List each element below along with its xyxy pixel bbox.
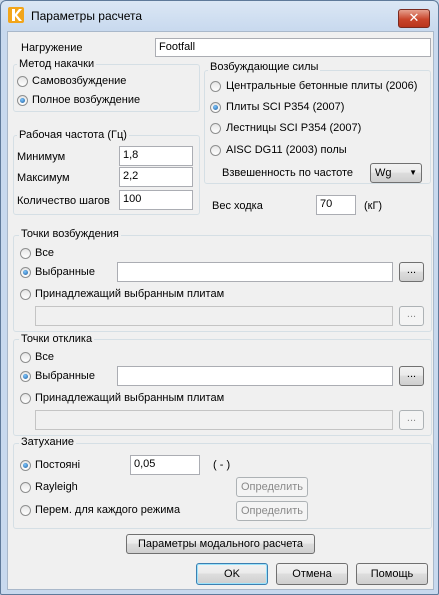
damping-constant-field[interactable]: 0,05: [130, 455, 200, 475]
damping-rayleigh-radio[interactable]: [20, 482, 31, 493]
window-title: Параметры расчета: [31, 9, 143, 23]
method-full-radio[interactable]: [17, 95, 28, 106]
method-self-radio[interactable]: [17, 76, 28, 87]
walk-weight-field[interactable]: 70: [316, 195, 356, 215]
force-sci-stairs-label[interactable]: Лестницы SCI P354 (2007): [226, 122, 361, 135]
response-selected-field[interactable]: [117, 366, 393, 386]
damping-title: Затухание: [19, 436, 77, 449]
response-points-title: Точки отклика: [19, 333, 95, 346]
damping-rayleigh-label[interactable]: Rayleigh: [35, 481, 78, 494]
title-bar[interactable]: Параметры расчета ✕: [1, 1, 438, 31]
freq-steps-field[interactable]: 100: [119, 190, 193, 210]
response-all-radio[interactable]: [20, 352, 31, 363]
response-selected-browse-button[interactable]: ...: [399, 366, 424, 386]
force-aisc-radio[interactable]: [210, 145, 221, 156]
force-sci-stairs-radio[interactable]: [210, 123, 221, 134]
response-plates-radio[interactable]: [20, 393, 31, 404]
excitation-plates-radio[interactable]: [20, 289, 31, 300]
dialog-body: Нагружение Footfall Метод накачки Самово…: [7, 31, 434, 590]
weighting-select[interactable]: Wg ▼: [370, 163, 422, 183]
modal-analysis-params-button[interactable]: Параметры модального расчета: [126, 534, 315, 554]
method-full-label[interactable]: Полное возбуждение: [32, 94, 140, 107]
force-central-radio[interactable]: [210, 81, 221, 92]
excitation-selected-radio[interactable]: [20, 267, 31, 278]
walk-weight-label: Вес ходка: [212, 200, 263, 212]
force-sci-plates-radio[interactable]: [210, 102, 221, 113]
damping-constant-radio[interactable]: [20, 460, 31, 471]
excitation-plates-browse-button: ...: [399, 306, 424, 326]
forces-group-title: Возбуждающие силы: [208, 61, 321, 74]
force-aisc-label[interactable]: AISC DG11 (2003) полы: [226, 144, 347, 157]
excitation-selected-browse-button[interactable]: ...: [399, 262, 424, 282]
dialog-window: Параметры расчета ✕ Нагружение Footfall …: [0, 0, 439, 595]
ok-button[interactable]: OK: [196, 563, 268, 585]
chevron-down-icon: ▼: [409, 168, 417, 177]
freq-max-label: Максимум: [17, 172, 70, 184]
freq-steps-label: Количество шагов: [17, 195, 110, 207]
help-button[interactable]: Помощь: [356, 563, 428, 585]
excitation-plates-label[interactable]: Принадлежащий выбранным плитам: [35, 288, 224, 301]
freq-min-field[interactable]: 1,8: [119, 146, 193, 166]
excitation-selected-label[interactable]: Выбранные: [35, 266, 95, 279]
cancel-button[interactable]: Отмена: [276, 563, 348, 585]
method-self-label[interactable]: Самовозбуждение: [32, 75, 126, 88]
per-mode-define-button: Определить: [236, 501, 308, 521]
excitation-all-label[interactable]: Все: [35, 247, 54, 260]
force-sci-plates-label[interactable]: Плиты SCI P354 (2007): [226, 101, 344, 114]
rayleigh-define-button: Определить: [236, 477, 308, 497]
response-selected-label[interactable]: Выбранные: [35, 370, 95, 383]
weighting-value: Wg: [375, 167, 392, 179]
loading-label: Нагружение: [21, 42, 83, 54]
loading-field[interactable]: Footfall: [155, 38, 431, 57]
excitation-points-title: Точки возбуждения: [19, 228, 121, 241]
freq-min-label: Минимум: [17, 151, 66, 163]
weighting-label: Взвешенность по частоте: [222, 167, 354, 179]
walk-weight-unit: (кГ): [364, 200, 383, 212]
damping-constant-label[interactable]: Постоянi: [35, 459, 80, 472]
excitation-plates-field: [35, 306, 393, 326]
response-plates-field: [35, 410, 393, 430]
app-logo-icon: [8, 7, 24, 23]
excitation-all-radio[interactable]: [20, 248, 31, 259]
damping-constant-unit: ( - ): [213, 459, 231, 471]
response-all-label[interactable]: Все: [35, 351, 54, 364]
damping-per-mode-label[interactable]: Перем. для каждого режима: [35, 504, 180, 517]
response-plates-browse-button: ...: [399, 410, 424, 430]
response-selected-radio[interactable]: [20, 371, 31, 382]
close-button[interactable]: ✕: [398, 9, 430, 28]
force-central-label[interactable]: Центральные бетонные плиты (2006): [226, 80, 417, 93]
freq-max-field[interactable]: 2,2: [119, 167, 193, 187]
frequency-group-title: Рабочая частота (Гц): [17, 129, 129, 142]
damping-per-mode-radio[interactable]: [20, 505, 31, 516]
response-plates-label[interactable]: Принадлежащий выбранным плитам: [35, 392, 224, 405]
excitation-selected-field[interactable]: [117, 262, 393, 282]
method-group-title: Метод накачки: [17, 58, 97, 71]
